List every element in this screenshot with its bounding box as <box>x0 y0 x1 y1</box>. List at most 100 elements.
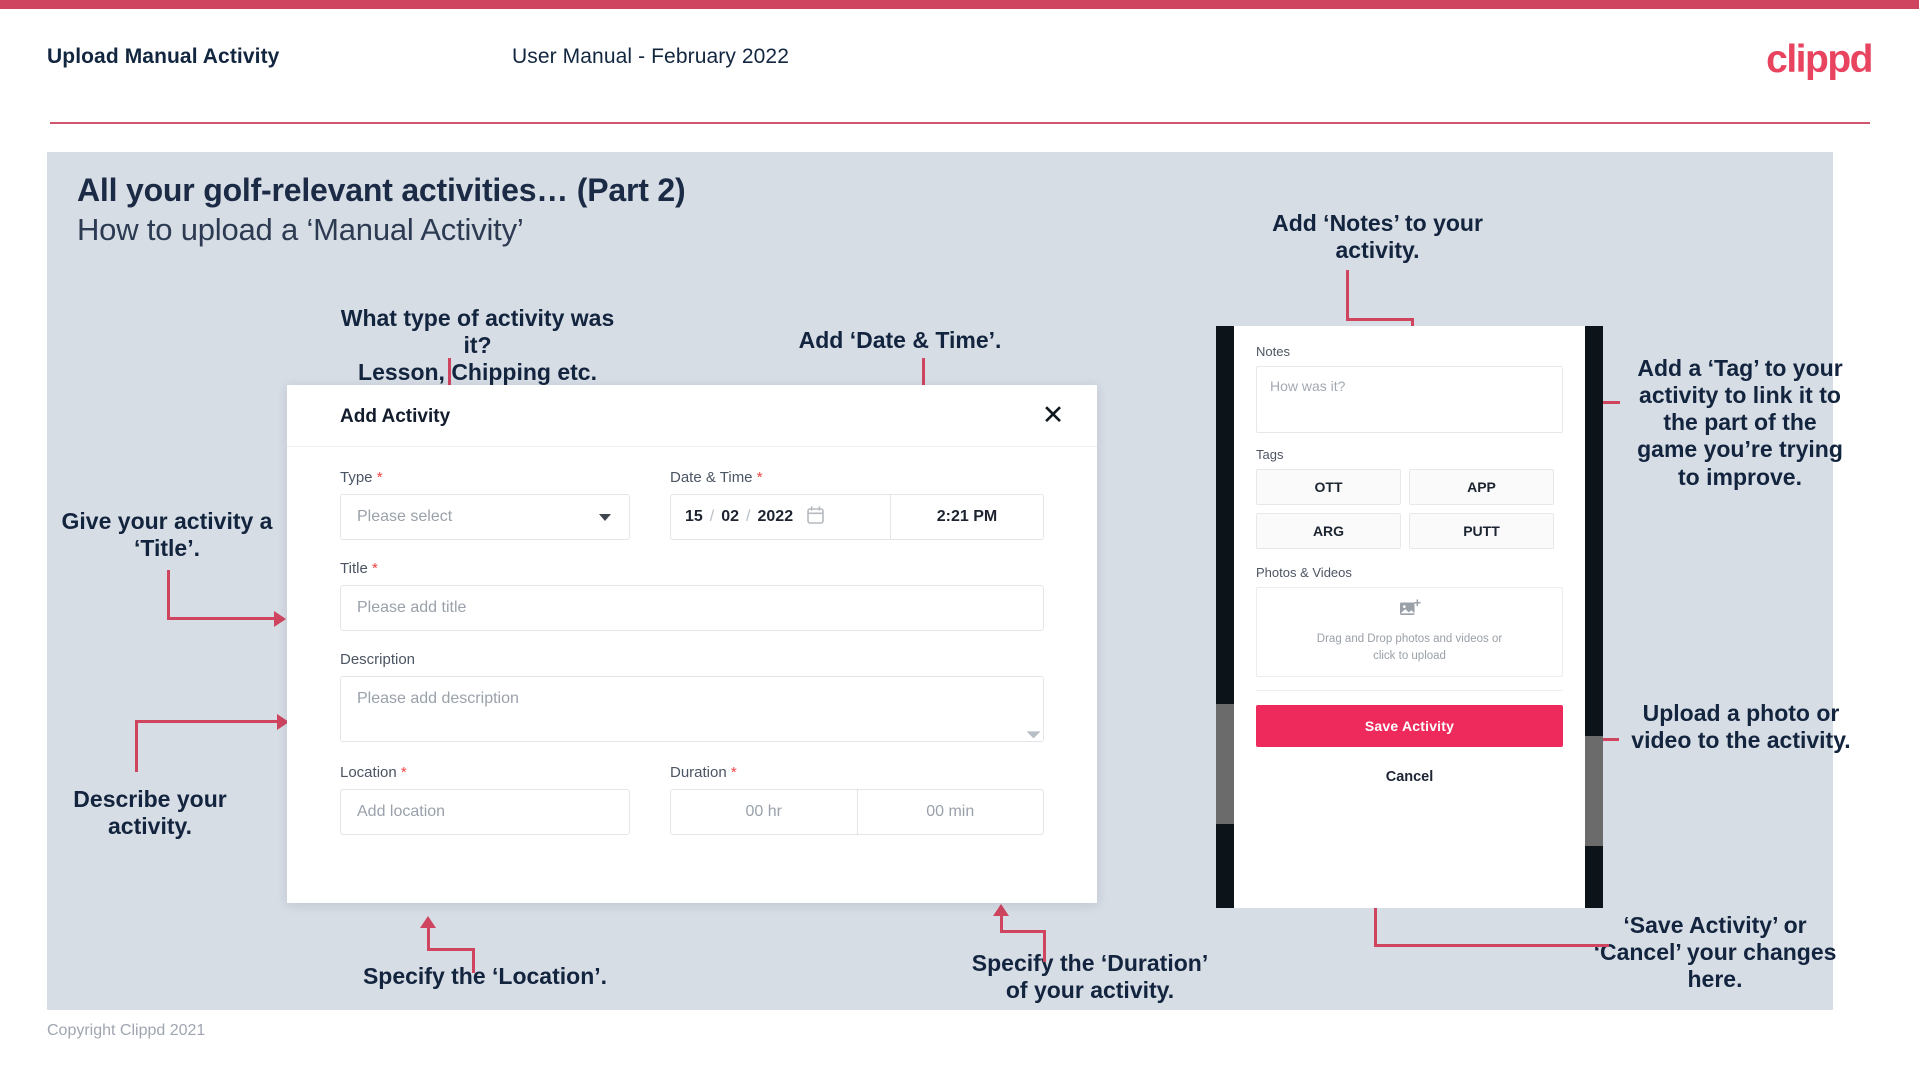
title-label: Title * <box>340 560 1044 577</box>
date-month: 02 <box>721 508 740 525</box>
annotation-tags: Add a ‘Tag’ to your activity to link it … <box>1637 355 1843 490</box>
duration-hours-input[interactable]: 00 hr <box>671 790 857 834</box>
tag-arg[interactable]: ARG <box>1256 513 1401 549</box>
photos-label: Photos & Videos <box>1256 565 1352 580</box>
location-label-text: Location <box>340 764 397 781</box>
resize-grip-icon[interactable]: ◢ <box>1025 722 1044 740</box>
clippd-logo: clippd <box>1766 38 1873 81</box>
page-title: Upload Manual Activity <box>47 45 280 68</box>
location-required-marker: * <box>400 764 407 781</box>
phone-divider <box>1256 690 1563 691</box>
description-textarea[interactable]: Please add description ◢ <box>340 676 1044 742</box>
slide-title: All your golf-relevant activities… (Part… <box>77 172 686 208</box>
close-icon[interactable]: ✕ <box>1036 398 1070 432</box>
datetime-label: Date & Time * <box>670 469 1044 486</box>
duration-label-text: Duration <box>670 764 727 781</box>
description-placeholder: Please add description <box>357 690 519 707</box>
field-duration: Duration * 00 hr 00 min <box>670 764 1044 835</box>
duration-minutes-input[interactable]: 00 min <box>856 790 1044 834</box>
date-input[interactable]: 15 / 02 / 2022 <box>671 495 891 539</box>
type-select[interactable]: Please select <box>340 494 630 540</box>
page-subtitle: User Manual - February 2022 <box>512 45 789 68</box>
cancel-button[interactable]: Cancel <box>1256 769 1563 785</box>
dropzone-text: Drag and Drop photos and videos or click… <box>1317 631 1502 664</box>
header-divider <box>50 122 1870 124</box>
field-datetime: Date & Time * 15 / 02 / 2022 2:21 PM <box>670 469 1044 540</box>
dropzone-line1: Drag and Drop photos and videos or <box>1316 633 1503 646</box>
annotation-type: What type of activity was it? Lesson, Ch… <box>340 305 615 386</box>
date-day: 15 <box>685 508 703 525</box>
photo-dropzone[interactable]: Drag and Drop photos and videos or click… <box>1256 587 1563 677</box>
calendar-icon[interactable] <box>807 505 824 529</box>
row-location-duration: Location * Add location Duration * 00 hr… <box>340 764 1044 835</box>
notes-label: Notes <box>1256 344 1290 359</box>
tag-putt[interactable]: PUTT <box>1409 513 1554 549</box>
connector-dur-v2 <box>1000 916 1003 932</box>
connector-title-arrow <box>274 611 286 627</box>
phone-screen: Notes How was it? Tags OTT APP ARG PUTT … <box>1234 326 1585 908</box>
phone-volume-button-left <box>1216 704 1234 824</box>
annotation-description: Describe your activity. <box>73 786 227 840</box>
connector-dur-v <box>1043 930 1046 962</box>
connector-notes-v1 <box>1346 270 1349 320</box>
duration-required-marker: * <box>730 764 737 781</box>
notes-textarea[interactable]: How was it? <box>1256 366 1563 433</box>
description-label: Description <box>340 651 416 668</box>
type-placeholder: Please select <box>357 508 453 525</box>
field-description: Description Please add description ◢ <box>340 651 1044 742</box>
field-title: Title * Please add title <box>340 560 1044 631</box>
connector-loc-arrow <box>420 916 436 928</box>
title-input[interactable]: Please add title <box>340 585 1044 631</box>
date-year: 2022 <box>757 508 794 525</box>
title-label-text: Title <box>340 560 368 577</box>
connector-dur-h <box>1000 930 1046 933</box>
datetime-label-text: Date & Time <box>670 469 753 486</box>
footer-copyright: Copyright Clippd 2021 <box>47 1022 206 1039</box>
type-required-marker: * <box>376 469 383 486</box>
annotation-duration: Specify the ‘Duration’ of your activity. <box>971 950 1209 1004</box>
dialog-title: Add Activity <box>340 406 451 427</box>
field-location: Location * Add location <box>340 764 630 835</box>
add-activity-dialog: Add Activity ✕ Type * Please select Date… <box>287 385 1097 903</box>
type-label: Type * <box>340 469 630 486</box>
datetime-required-marker: * <box>756 469 763 486</box>
connector-desc-v <box>135 722 138 772</box>
datetime-group: 15 / 02 / 2022 2:21 PM <box>670 494 1044 540</box>
field-type: Type * Please select <box>340 469 630 540</box>
connector-loc-h <box>427 948 475 951</box>
annotation-notes: Add ‘Notes’ to your activity. <box>1272 210 1483 264</box>
time-input[interactable]: 2:21 PM <box>891 495 1043 539</box>
date-sep-2: / <box>746 508 751 525</box>
tags-group: OTT APP ARG PUTT <box>1256 469 1563 549</box>
notes-placeholder: How was it? <box>1270 378 1346 394</box>
phone-mockup: Notes How was it? Tags OTT APP ARG PUTT … <box>1216 326 1603 908</box>
phone-power-button-right <box>1585 736 1603 846</box>
connector-title-v <box>167 570 170 620</box>
annotation-title: Give your activity a ‘Title’. <box>61 508 273 562</box>
connector-notes-h <box>1346 318 1414 321</box>
connector-desc-h <box>135 720 280 723</box>
connector-dur-arrow <box>993 904 1009 916</box>
connector-loc-v2 <box>427 928 430 950</box>
top-accent-bar <box>0 0 1919 9</box>
connector-loc-v <box>472 948 475 973</box>
dialog-body: Type * Please select Date & Time * 15 / … <box>287 469 1097 835</box>
row-type-datetime: Type * Please select Date & Time * 15 / … <box>340 469 1044 540</box>
add-image-icon <box>1399 599 1421 624</box>
date-sep-1: / <box>709 508 715 525</box>
location-label: Location * <box>340 764 630 781</box>
dialog-header: Add Activity ✕ <box>287 385 1097 447</box>
location-placeholder: Add location <box>357 803 446 820</box>
connector-title-h <box>167 617 277 620</box>
location-input[interactable]: Add location <box>340 789 630 835</box>
annotation-location: Specify the ‘Location’. <box>362 963 608 989</box>
tag-ott[interactable]: OTT <box>1256 469 1401 505</box>
annotation-photos: Upload a photo or video to the activity. <box>1631 700 1851 754</box>
tag-app[interactable]: APP <box>1409 469 1554 505</box>
connector-save-h <box>1374 944 1609 947</box>
chevron-down-icon <box>599 513 611 521</box>
annotation-datetime: Add ‘Date & Time’. <box>798 327 1002 353</box>
tags-label: Tags <box>1256 447 1284 462</box>
duration-label: Duration * <box>670 764 1044 781</box>
save-activity-button[interactable]: Save Activity <box>1256 705 1563 747</box>
